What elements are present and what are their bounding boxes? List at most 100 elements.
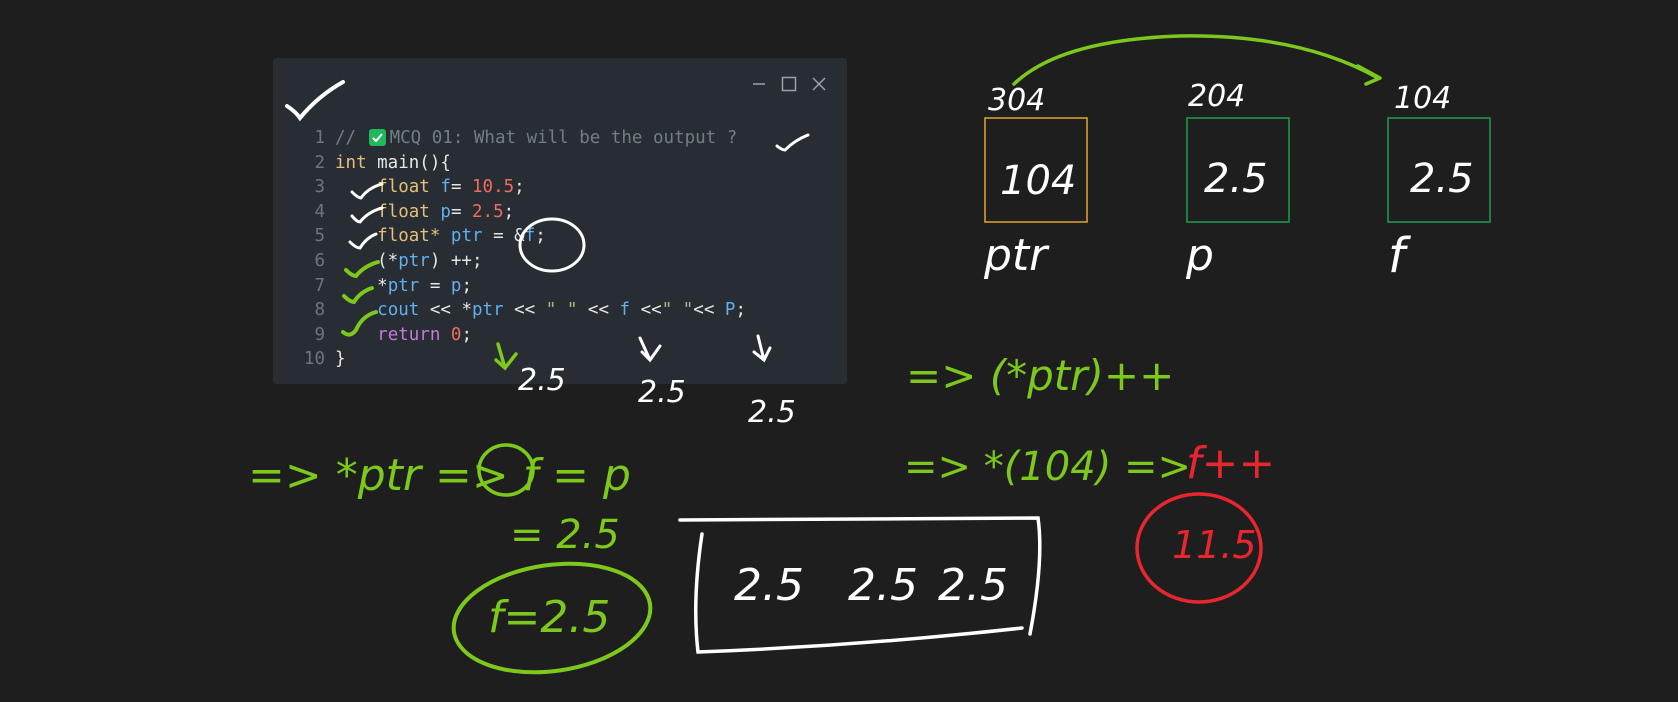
- highlight-circle: [451, 561, 653, 675]
- code-token: float: [377, 177, 430, 198]
- code-text: cout << *ptr << " " << f <<" "<< P;: [335, 298, 746, 323]
- code-token: int: [335, 152, 367, 173]
- code-token: *: [335, 275, 388, 296]
- code-line: 3 float f= 10.5;: [273, 175, 746, 200]
- code-token: 10.5: [472, 177, 515, 198]
- code-token: float: [377, 201, 430, 222]
- code-token: ptr: [398, 250, 430, 271]
- code-token: = &: [482, 226, 525, 247]
- final-output-value: 2.5: [734, 560, 804, 611]
- code-line: 10}: [273, 347, 746, 372]
- code-token: " ": [545, 300, 578, 321]
- step-note: => (*ptr)++: [906, 351, 1174, 400]
- code-token: p: [440, 201, 451, 222]
- code-text: float p= 2.5;: [335, 200, 514, 225]
- line-number: 3: [314, 177, 325, 198]
- code-token: MCQ 01: What will be the output ?: [389, 128, 738, 148]
- code-token: cout: [377, 300, 420, 321]
- result-value: 11.5: [1172, 523, 1257, 567]
- code-token: //: [335, 128, 367, 148]
- code-token: ;: [735, 300, 746, 321]
- code-line: 5 float* ptr = &f;: [273, 224, 746, 249]
- line-number: 8: [314, 300, 325, 321]
- step-note: => *(104) =>: [904, 444, 1191, 490]
- code-line: 8 cout << *ptr << " " << f <<" "<< P;: [273, 298, 746, 323]
- code-token: f: [524, 226, 536, 247]
- memory-value: 104: [1000, 158, 1076, 204]
- code-token: <<: [577, 300, 620, 321]
- arrow-head-icon: [1356, 64, 1382, 86]
- memory-box-ptr: [984, 117, 1088, 223]
- output-value-note: 2.5: [748, 395, 796, 430]
- code-text: return 0;: [335, 323, 472, 348]
- memory-value: 2.5: [1204, 156, 1268, 202]
- code-token: =: [419, 275, 451, 296]
- code-token: ptr: [387, 275, 420, 296]
- code-line: 7 *ptr = p;: [273, 274, 746, 299]
- code-token: P: [724, 300, 736, 321]
- code-token: float*: [377, 226, 441, 247]
- line-number: 1: [314, 128, 325, 148]
- variable-name-label: ptr: [983, 230, 1050, 281]
- answer-box: [678, 516, 1042, 654]
- code-text: // MCQ 01: What will be the output ?: [335, 126, 737, 151]
- maximize-icon[interactable]: [781, 76, 797, 92]
- code-token: ptr: [472, 300, 504, 321]
- code-text: float* ptr = &f;: [335, 224, 546, 249]
- step-note: => *ptr => f = p: [248, 450, 631, 501]
- code-token: 2.5: [472, 201, 504, 222]
- memory-box-p: [1186, 117, 1290, 223]
- code-token: return: [377, 324, 441, 345]
- check-box-icon: [368, 128, 386, 146]
- code-token: f: [619, 300, 631, 321]
- line-number: 10: [303, 349, 325, 370]
- final-output-value: 2.5: [938, 560, 1008, 611]
- code-text: (*ptr) ++;: [335, 249, 483, 274]
- window-controls: [751, 76, 827, 92]
- memory-address-label: 304: [988, 83, 1045, 118]
- code-token: p: [450, 275, 462, 296]
- minimize-icon[interactable]: [751, 76, 767, 92]
- variable-name-label: p: [1185, 230, 1214, 281]
- code-token: =: [450, 177, 473, 198]
- code-token: " ": [661, 300, 694, 321]
- code-line: 6 (*ptr) ++;: [273, 249, 746, 274]
- code-editor-window: 1 // MCQ 01: What will be the output ? 2 in…: [273, 58, 847, 384]
- code-text: }: [335, 347, 346, 372]
- memory-address-label: 204: [1188, 79, 1245, 114]
- code-token: ;: [461, 275, 472, 296]
- code-token: ;: [535, 226, 546, 247]
- line-number: 7: [314, 275, 325, 296]
- code-token: << *: [419, 300, 472, 321]
- memory-box-f: [1387, 117, 1491, 223]
- code-line: 2 int main(){: [273, 151, 746, 176]
- code-token: <<: [503, 300, 546, 321]
- code-line: 1 // MCQ 01: What will be the output ?: [273, 126, 746, 151]
- code-line: 4 float p= 2.5;: [273, 200, 746, 225]
- code-text: float f= 10.5;: [335, 175, 525, 200]
- step-note-red: f++: [1186, 438, 1275, 489]
- line-number: 9: [314, 324, 325, 345]
- code-token: ;: [514, 177, 525, 198]
- code-token: =: [450, 201, 473, 222]
- memory-address-label: 104: [1394, 81, 1451, 116]
- code-line: 9 return 0;: [273, 323, 746, 348]
- code-token: f: [440, 177, 451, 198]
- code-token: }: [335, 349, 346, 370]
- code-token: ) ++;: [429, 250, 483, 271]
- close-icon[interactable]: [811, 76, 827, 92]
- line-number: 6: [314, 250, 325, 271]
- code-token: ptr: [450, 226, 483, 247]
- highlight-circle: [477, 443, 535, 497]
- pointer-arrow: [1012, 34, 1380, 86]
- code-token: (*: [335, 250, 399, 271]
- code-token: ;: [461, 324, 473, 345]
- step-note: = 2.5: [510, 512, 620, 558]
